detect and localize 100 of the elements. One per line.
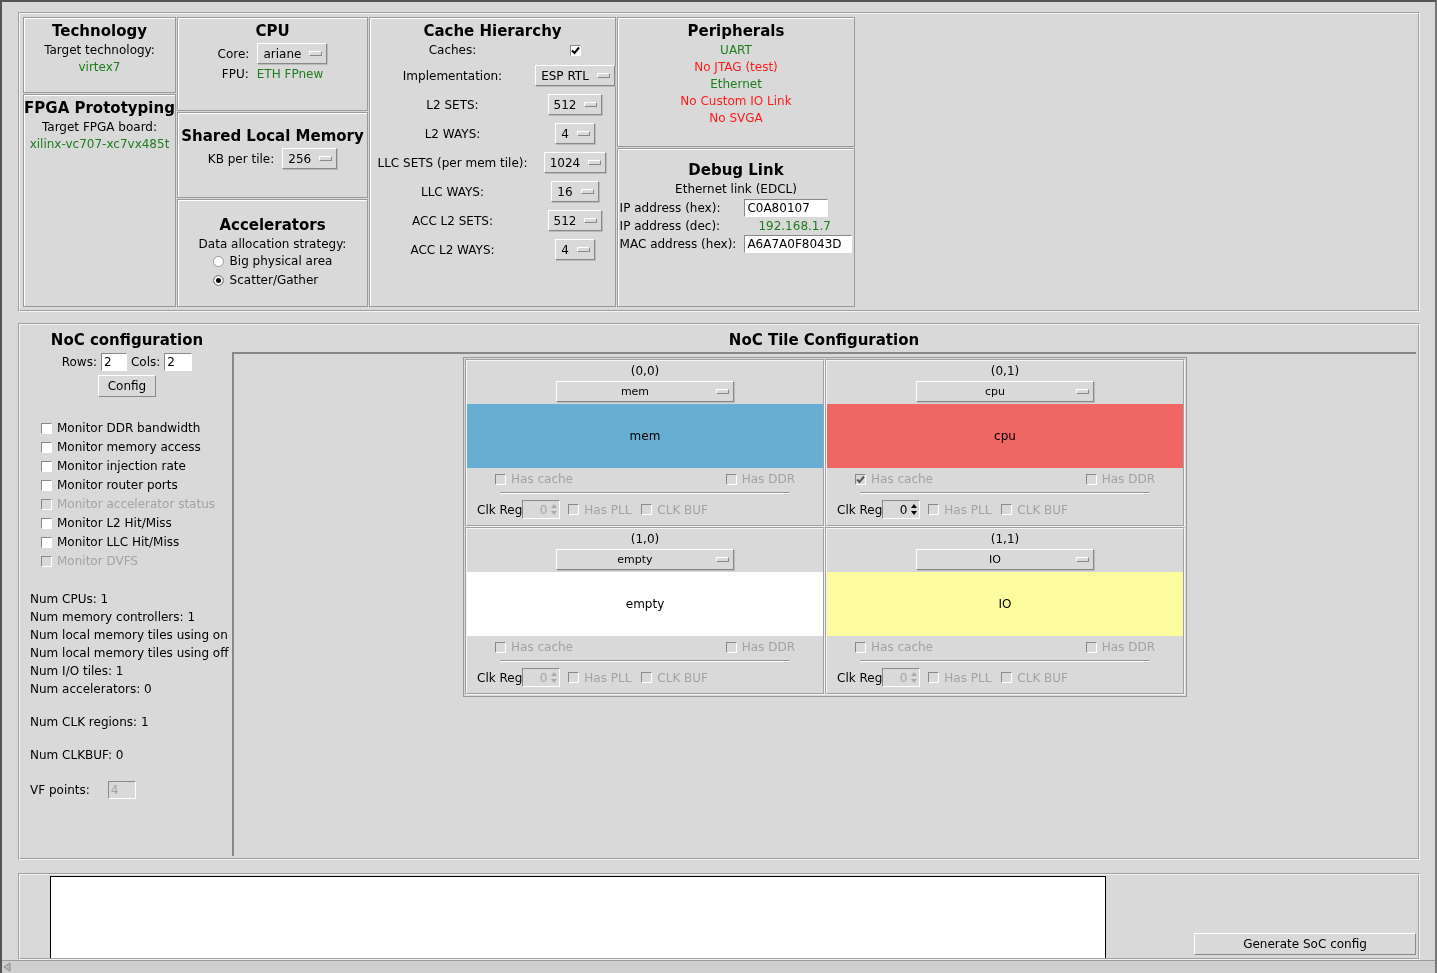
value-text: ETH FPnew xyxy=(256,67,324,81)
tile-type-dropdown[interactable]: cpu xyxy=(916,381,1094,402)
clk-reg-spinbox[interactable]: 0 xyxy=(882,500,921,519)
label: Scatter/Gather xyxy=(229,273,319,287)
tile-type-dropdown[interactable]: empty xyxy=(556,549,734,570)
spin-arrows-icon xyxy=(909,502,920,517)
checkbox[interactable] xyxy=(928,672,940,683)
label: Target technology: xyxy=(44,43,155,57)
radio-button[interactable] xyxy=(212,274,224,286)
label: L2 SETS: xyxy=(426,97,479,112)
dropdown-indicator-icon xyxy=(319,156,333,161)
checkbox[interactable] xyxy=(41,460,52,472)
label: Core: xyxy=(217,46,250,61)
peripheral-status: Ethernet xyxy=(710,77,762,91)
section-title: Accelerators xyxy=(219,216,326,234)
dropdown-indicator-icon xyxy=(576,247,590,252)
peripheral-status: No Custom IO Link xyxy=(680,94,792,108)
label: ACC L2 WAYS: xyxy=(410,242,495,257)
stat-text: Num memory controllers: 1 xyxy=(30,610,197,624)
checkbox[interactable] xyxy=(495,473,506,485)
checkbox[interactable] xyxy=(41,517,52,529)
dropdown-indicator-icon xyxy=(576,131,590,136)
text-field[interactable]: C0A80107 xyxy=(744,199,829,217)
checkbox-label[interactable]: Monitor LLC Hit/Miss xyxy=(41,535,232,549)
dropdown[interactable]: ariane xyxy=(257,43,328,64)
section-title: Shared Local Memory xyxy=(181,127,364,145)
tile-coordinates: (1,0) xyxy=(630,532,660,546)
checkbox-label[interactable]: Monitor injection rate xyxy=(41,459,232,473)
value-text: xilinx-vc707-xc7vx485t xyxy=(29,137,170,151)
checkbox[interactable] xyxy=(41,422,52,434)
stat-text: Num local memory tiles using off xyxy=(30,646,230,660)
checkbox[interactable] xyxy=(1001,504,1013,515)
dropdown[interactable]: 16 xyxy=(551,181,599,202)
dropdown[interactable]: ESP RTL xyxy=(535,65,615,86)
label: Rows: xyxy=(61,355,97,369)
checkbox[interactable] xyxy=(725,473,737,485)
radio-button[interactable] xyxy=(212,255,224,267)
generate-button[interactable]: Generate SoC config xyxy=(1194,933,1416,955)
section-title: Cache Hierarchy xyxy=(423,22,562,40)
dropdown-indicator-icon xyxy=(716,557,729,562)
dropdown-indicator-icon xyxy=(1076,557,1089,562)
checkbox[interactable] xyxy=(568,672,580,683)
label: LLC SETS (per mem tile): xyxy=(377,155,528,170)
label: IP address (hex): xyxy=(619,201,721,215)
label: Clk Reg xyxy=(477,670,523,685)
checkbox[interactable] xyxy=(41,479,52,491)
label: Target FPGA board: xyxy=(41,120,158,134)
tile-type-band: mem xyxy=(467,404,823,468)
tile-type-band: IO xyxy=(827,572,1183,636)
checkbox[interactable] xyxy=(641,672,653,683)
label: Data allocation strategy: xyxy=(198,237,347,251)
tile-type-dropdown[interactable]: mem xyxy=(556,381,734,402)
tile-type-band: cpu xyxy=(827,404,1183,468)
dropdown-indicator-icon xyxy=(1076,389,1089,394)
checkbox[interactable] xyxy=(855,641,866,653)
checkbox-label[interactable]: Monitor router ports xyxy=(41,478,232,492)
tile-type-dropdown[interactable]: IO xyxy=(916,549,1094,570)
dropdown[interactable]: 512 xyxy=(547,94,603,115)
dropdown-indicator-icon xyxy=(716,389,729,394)
checkbox[interactable] xyxy=(569,44,581,56)
dropdown[interactable]: 1024 xyxy=(543,152,607,173)
stat-text: Num local memory tiles using on xyxy=(30,628,229,642)
checkbox[interactable] xyxy=(495,641,506,653)
cols-field[interactable]: 2 xyxy=(164,353,193,371)
dropdown[interactable]: 512 xyxy=(547,210,603,231)
stat-text: Num CPUs: 1 xyxy=(30,592,110,606)
stat-text: Num accelerators: 0 xyxy=(30,682,153,696)
dropdown-indicator-icon xyxy=(584,102,598,107)
checkbox-label[interactable]: Monitor memory access xyxy=(41,440,232,454)
section-title: Peripherals xyxy=(687,22,785,40)
stat-text: Num CLKBUF: 0 xyxy=(30,748,125,762)
section-title: FPGA Prototyping xyxy=(24,99,175,117)
checkbox-label[interactable]: Monitor L2 Hit/Miss xyxy=(41,516,232,530)
value-text: 192.168.1.7 xyxy=(758,219,831,233)
horizontal-scrollbar[interactable] xyxy=(2,960,1435,973)
section-title: NoC Tile Configuration xyxy=(728,331,920,349)
checkbox[interactable] xyxy=(855,473,866,485)
checkbox[interactable] xyxy=(641,504,653,515)
label: ACC L2 SETS: xyxy=(412,213,493,228)
section-title: Technology xyxy=(52,22,147,40)
checkbox[interactable] xyxy=(568,504,580,515)
checkbox[interactable] xyxy=(1001,672,1013,683)
checkbox-label[interactable]: Monitor DDR bandwidth xyxy=(41,421,232,435)
peripheral-status: No SVGA xyxy=(709,111,763,125)
checkbox[interactable] xyxy=(1085,473,1097,485)
label: Clk Reg xyxy=(477,502,523,517)
config-button[interactable]: Config xyxy=(97,375,157,397)
dropdown[interactable]: 4 xyxy=(555,239,595,260)
checkbox[interactable] xyxy=(41,536,52,548)
checkbox[interactable] xyxy=(928,504,940,515)
label: KB per tile: xyxy=(207,151,275,166)
checkbox[interactable] xyxy=(725,641,737,653)
text-field[interactable]: A6A7A0F8043D xyxy=(744,235,853,253)
rows-field[interactable]: 2 xyxy=(100,353,127,371)
checkbox[interactable] xyxy=(1085,641,1097,653)
label: IP address (dec): xyxy=(619,219,721,233)
dropdown[interactable]: 4 xyxy=(555,123,595,144)
section-title: Debug Link xyxy=(688,161,784,179)
checkbox[interactable] xyxy=(41,441,52,453)
dropdown[interactable]: 256 xyxy=(282,148,338,169)
